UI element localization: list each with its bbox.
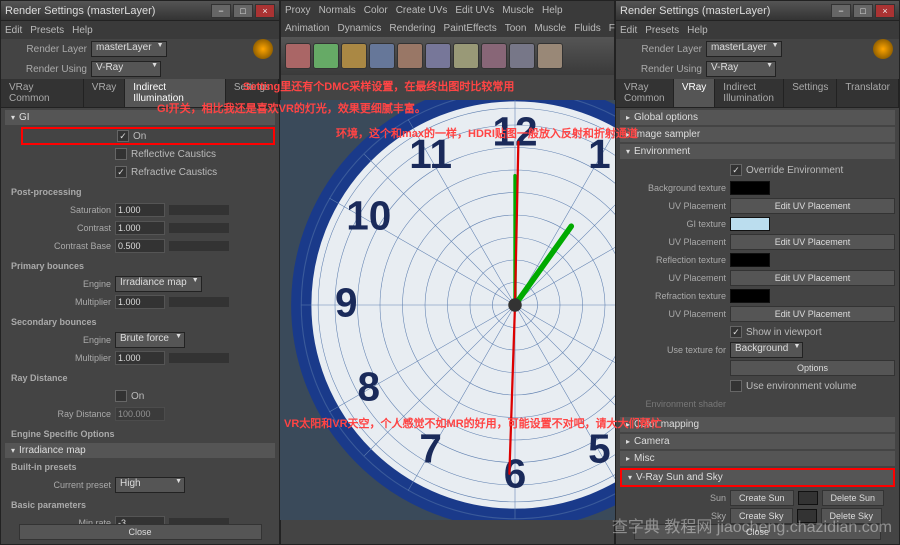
annotation-4: VR太阳和VR天空，个人感觉不如MR的好用，可能设置不对吧，请大大们帮忙 bbox=[284, 415, 662, 431]
tab-vray-common[interactable]: VRay Common bbox=[1, 79, 84, 107]
annotation-3: 环境，这个和max的一样，HDRI贴图一般放入反射和折射通道 bbox=[336, 125, 638, 141]
saturation-input[interactable] bbox=[115, 203, 165, 217]
render-layer-dropdown[interactable]: masterLayer bbox=[706, 41, 782, 57]
create-sun-button[interactable]: Create Sun bbox=[730, 490, 794, 506]
gi-on-checkbox[interactable] bbox=[117, 130, 129, 142]
primary-engine-dropdown[interactable]: Irradiance map bbox=[115, 276, 202, 292]
edit-uv-button[interactable]: Edit UV Placement bbox=[730, 270, 895, 286]
show-viewport-checkbox[interactable] bbox=[730, 326, 742, 338]
ray-on-checkbox[interactable] bbox=[115, 390, 127, 402]
svg-text:8: 8 bbox=[357, 364, 380, 410]
viewport[interactable]: 1212 345 678 91011 bbox=[280, 100, 615, 520]
shelf-icon[interactable] bbox=[341, 43, 367, 69]
options-button[interactable]: Options bbox=[730, 360, 895, 376]
refl-texture-swatch[interactable] bbox=[730, 253, 770, 267]
vray-logo-icon bbox=[873, 39, 893, 59]
right-title: Render Settings (masterLayer) bbox=[620, 5, 831, 17]
render-using-label: Render Using bbox=[7, 64, 87, 75]
slider[interactable] bbox=[169, 205, 229, 215]
tab-translator[interactable]: Translator bbox=[837, 79, 899, 107]
svg-text:7: 7 bbox=[419, 426, 442, 472]
tab-vray[interactable]: VRay bbox=[84, 79, 125, 107]
edit-uv-button[interactable]: Edit UV Placement bbox=[730, 234, 895, 250]
edit-uv-button[interactable]: Edit UV Placement bbox=[730, 198, 895, 214]
contrast-base-input[interactable] bbox=[115, 239, 165, 253]
camera-header[interactable]: Camera bbox=[620, 434, 895, 449]
ray-dist-input[interactable] bbox=[115, 407, 165, 421]
render-layer-label: Render Layer bbox=[7, 44, 87, 55]
shelf-icon[interactable] bbox=[481, 43, 507, 69]
delete-sun-button[interactable]: Delete Sun bbox=[822, 490, 885, 506]
edit-uv-button[interactable]: Edit UV Placement bbox=[730, 306, 895, 322]
slider[interactable] bbox=[169, 223, 229, 233]
render-using-dropdown[interactable]: V-Ray bbox=[91, 61, 161, 77]
svg-text:9: 9 bbox=[335, 279, 358, 325]
preset-dropdown[interactable]: High bbox=[115, 477, 185, 493]
render-layer-dropdown[interactable]: masterLayer bbox=[91, 41, 167, 57]
gi-on-row: On bbox=[21, 127, 275, 145]
maya-menu-row1[interactable]: ProxyNormalsColorCreate UVsEdit UVsMuscl… bbox=[281, 1, 614, 19]
shelf-icon[interactable] bbox=[537, 43, 563, 69]
env-volume-checkbox[interactable] bbox=[730, 380, 742, 392]
shelf-icon[interactable] bbox=[313, 43, 339, 69]
maximize-button[interactable]: □ bbox=[853, 4, 873, 18]
shelf-icon[interactable] bbox=[509, 43, 535, 69]
svg-text:5: 5 bbox=[588, 426, 611, 472]
global-options-header[interactable]: Global options bbox=[620, 110, 895, 125]
shelf-icon[interactable] bbox=[285, 43, 311, 69]
annotation-1: Setting里还有个DMC采样设置，在最终出图时比较常用 bbox=[243, 78, 514, 94]
render-using-dropdown[interactable]: V-Ray bbox=[706, 61, 776, 77]
vray-logo-icon bbox=[253, 39, 273, 59]
right-tabs: VRay Common VRay Indirect Illumination S… bbox=[616, 79, 899, 108]
minimize-button[interactable]: − bbox=[831, 4, 851, 18]
shelf-icon[interactable] bbox=[369, 43, 395, 69]
shelf-toolbar[interactable] bbox=[281, 37, 614, 75]
right-titlebar[interactable]: Render Settings (masterLayer) − □ × bbox=[616, 1, 899, 21]
secondary-engine-dropdown[interactable]: Brute force bbox=[115, 332, 185, 348]
watermark: 查字典 教程网 jiaocheng.chazidian.com bbox=[612, 513, 892, 537]
left-title: Render Settings (masterLayer) bbox=[5, 5, 211, 17]
sun-sky-header[interactable]: V-Ray Sun and Sky bbox=[620, 468, 895, 487]
gi-texture-swatch[interactable] bbox=[730, 217, 770, 231]
tab-vray[interactable]: VRay bbox=[674, 79, 715, 107]
refractive-caustics-checkbox[interactable] bbox=[115, 166, 127, 178]
left-menubar[interactable]: EditPresetsHelp bbox=[1, 21, 279, 39]
bg-texture-swatch[interactable] bbox=[730, 181, 770, 195]
shelf-icon[interactable] bbox=[425, 43, 451, 69]
shelf-icon[interactable] bbox=[453, 43, 479, 69]
reflective-caustics-checkbox[interactable] bbox=[115, 148, 127, 160]
misc-header[interactable]: Misc bbox=[620, 451, 895, 466]
clock-wireframe: 1212 345 678 91011 bbox=[290, 100, 615, 520]
svg-text:6: 6 bbox=[504, 450, 527, 496]
left-titlebar[interactable]: Render Settings (masterLayer) − □ × bbox=[1, 1, 279, 21]
tab-vray-common[interactable]: VRay Common bbox=[616, 79, 674, 107]
minimize-button[interactable]: − bbox=[211, 4, 231, 18]
tab-settings[interactable]: Settings bbox=[784, 79, 837, 107]
maximize-button[interactable]: □ bbox=[233, 4, 253, 18]
image-sampler-header[interactable]: Image sampler bbox=[620, 127, 895, 142]
slider[interactable] bbox=[169, 297, 229, 307]
maya-menu-row2[interactable]: AnimationDynamicsRenderingPaintEffectsTo… bbox=[281, 19, 614, 37]
annotation-2: GI开关，相比我还是喜欢VR的灯光，效果更细腻丰富。 bbox=[157, 100, 426, 116]
svg-text:10: 10 bbox=[346, 193, 391, 239]
close-button[interactable]: × bbox=[255, 4, 275, 18]
use-texture-dropdown[interactable]: Background bbox=[730, 342, 803, 358]
close-button[interactable]: × bbox=[875, 4, 895, 18]
right-menubar[interactable]: EditPresetsHelp bbox=[616, 21, 899, 39]
secondary-mult-input[interactable] bbox=[115, 351, 165, 365]
slider[interactable] bbox=[169, 353, 229, 363]
irradiance-header[interactable]: Irradiance map bbox=[5, 443, 275, 458]
environment-header[interactable]: Environment bbox=[620, 144, 895, 159]
primary-mult-input[interactable] bbox=[115, 295, 165, 309]
refr-texture-swatch[interactable] bbox=[730, 289, 770, 303]
tab-indirect-illumination[interactable]: Indirect Illumination bbox=[715, 79, 784, 107]
shelf-icon[interactable] bbox=[397, 43, 423, 69]
contrast-input[interactable] bbox=[115, 221, 165, 235]
close-button[interactable]: Close bbox=[19, 524, 262, 540]
override-env-checkbox[interactable] bbox=[730, 164, 742, 176]
slider[interactable] bbox=[169, 241, 229, 251]
